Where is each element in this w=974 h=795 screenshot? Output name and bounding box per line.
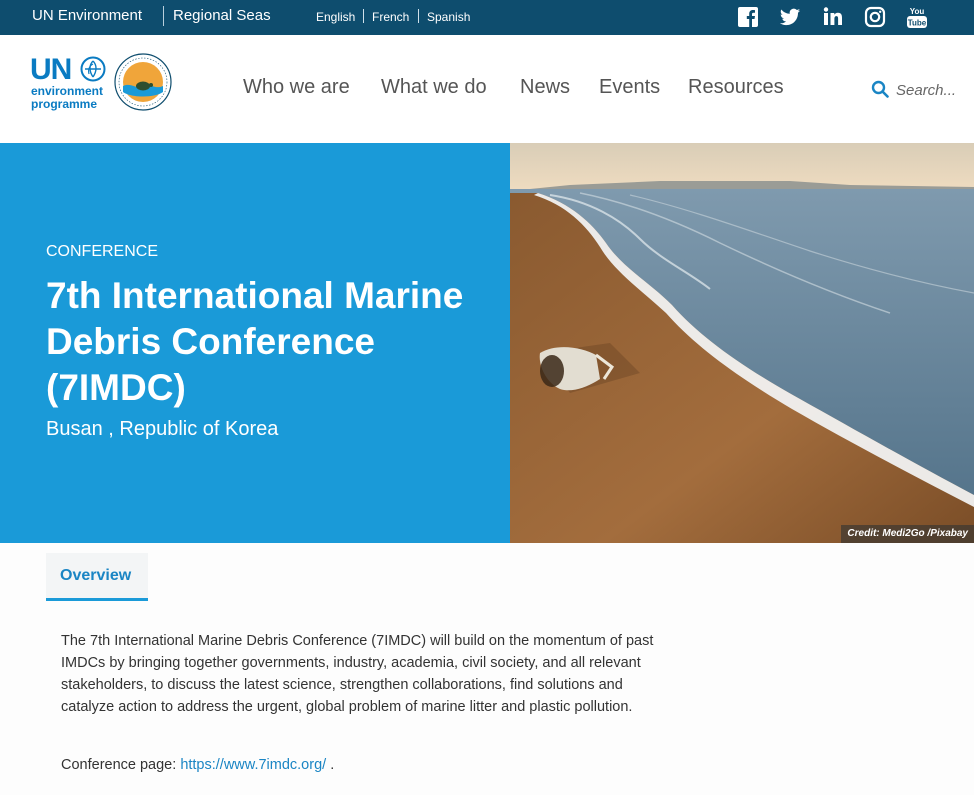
nav-resources[interactable]: Resources [688,76,784,99]
photo-credit: Credit: Medi2Go /Pixabay [841,525,974,543]
page-title: 7th International Marine Debris Conferen… [46,275,464,408]
language-separator [363,9,364,23]
logo-un-text: UN [30,53,72,86]
search-input[interactable] [896,79,968,101]
conference-page-label: Conference page: [61,757,177,773]
top-bar: UN Environment Regional Seas English Fre… [0,0,974,35]
regional-seas-link[interactable]: Regional Seas [173,7,271,24]
conference-page-link[interactable]: https://www.7imdc.org/ [180,757,326,773]
conference-page-line: Conference page: https://www.7imdc.org/ … [61,757,334,773]
youtube-icon[interactable]: You Tube [906,6,928,28]
facebook-icon[interactable] [737,6,759,28]
un-environment-globe-icon [80,56,106,82]
hero-image: Credit: Medi2Go /Pixabay [510,143,974,543]
search-icon[interactable] [871,80,889,98]
instagram-icon[interactable] [864,6,886,28]
nav-who-we-are[interactable]: Who we are [243,76,350,99]
linkedin-icon[interactable] [822,6,844,28]
language-english[interactable]: English [316,10,355,24]
tab-overview-label: Overview [60,567,132,584]
un-environment-logo[interactable]: UN environment programme [30,53,110,113]
top-bar-divider [163,6,164,26]
logo-line-2: programme [31,97,98,111]
language-spanish[interactable]: Spanish [427,10,470,24]
event-description: The 7th International Marine Debris Conf… [61,633,654,715]
language-french[interactable]: French [372,10,409,24]
tab-overview[interactable]: Overview [46,553,148,601]
twitter-icon[interactable] [779,6,801,28]
hero-panel: CONFERENCE 7th International Marine Debr… [0,143,510,543]
svg-text:Tube: Tube [908,19,927,28]
regional-seas-logo[interactable] [113,52,173,112]
un-environment-link[interactable]: UN Environment [32,7,142,24]
language-separator [418,9,419,23]
svg-text:You: You [910,7,925,16]
nav-what-we-do[interactable]: What we do [381,76,487,99]
nav-events[interactable]: Events [599,76,660,99]
event-location: Busan , Republic of Korea [46,418,279,440]
conference-page-suffix: . [330,757,335,773]
nav-news[interactable]: News [520,76,570,99]
event-type-label: CONFERENCE [46,243,159,260]
site-header: UN environment programme Who we are What… [0,35,974,143]
